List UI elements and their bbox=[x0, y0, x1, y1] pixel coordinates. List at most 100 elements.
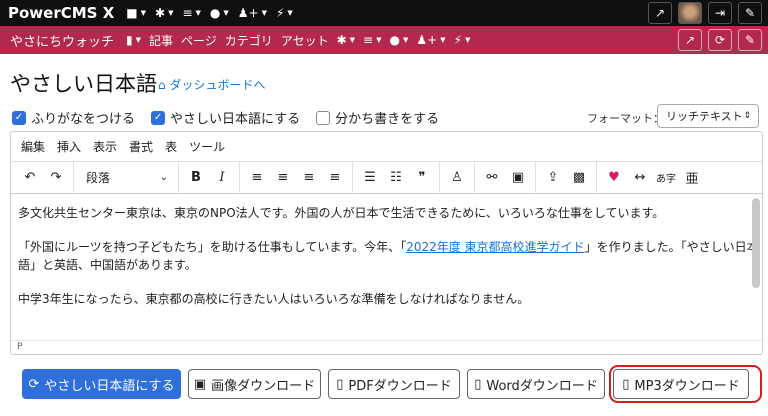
plugins-menu[interactable]: ⚡ ▼ bbox=[276, 6, 293, 20]
upload-icon[interactable]: ⇪ bbox=[540, 165, 566, 191]
brand-logo[interactable]: PowerCMS X bbox=[8, 4, 114, 22]
redo-icon[interactable]: ↷ bbox=[43, 165, 69, 191]
menu-insert[interactable]: 挿入 bbox=[57, 138, 81, 155]
comments-icon: ● bbox=[389, 33, 400, 47]
editor-statusbar: P bbox=[11, 340, 762, 354]
heart-icon[interactable]: ♥ bbox=[601, 165, 627, 191]
top-navbar: PowerCMS X ■ ▼ ✱ ▼ ≡ ▼ ● ▼ ♟+ ▼ ⚡ ▼ ↗ ⇥ ✎ bbox=[0, 0, 768, 26]
align-center-icon[interactable]: ≡ bbox=[270, 165, 296, 191]
link-icon[interactable]: ⚯ bbox=[479, 165, 505, 191]
image-icon[interactable]: ▣ bbox=[505, 165, 531, 191]
ruby-text-icon[interactable]: あ字 bbox=[653, 165, 679, 191]
dashboard-link-label[interactable]: ダッシュボードへ bbox=[169, 78, 265, 92]
external-link-icon[interactable]: ↗ bbox=[648, 2, 672, 24]
page-title: やさしい日本語 bbox=[10, 72, 157, 96]
dashboard-link[interactable]: ⌂ ダッシュボードへ bbox=[158, 76, 265, 93]
checkbox-checked-icon[interactable]: ✓ bbox=[151, 110, 166, 125]
element-path[interactable]: P bbox=[17, 342, 22, 352]
gear-icon: ✱ bbox=[336, 33, 347, 47]
options-row: ✓ ふりがなをつける ✓ やさしい日本語にする 分かち書きをする bbox=[12, 108, 439, 127]
checkbox-unchecked-icon[interactable] bbox=[316, 110, 331, 125]
toolbar-divider bbox=[439, 161, 440, 194]
bookmark-menu[interactable]: ▮ ▼ bbox=[126, 33, 141, 47]
editor-scrollbar[interactable] bbox=[752, 198, 760, 288]
content-text[interactable]: 「外国にルーツを持つ子どもたち」を助ける仕事もしています。今年、「 bbox=[18, 240, 406, 254]
editor-content[interactable]: 多文化共生センター東京は、東京のNPO法人です。外国の人が日本で生活できるために… bbox=[11, 194, 762, 332]
menu-tools[interactable]: ツール bbox=[189, 138, 225, 155]
nav-link-assets[interactable]: アセット bbox=[281, 32, 329, 49]
paragraph-format-select[interactable]: 段落 ⌄ bbox=[78, 165, 174, 191]
external-link-icon[interactable]: ↗ bbox=[678, 29, 702, 51]
chevron-down-icon: ⌄ bbox=[159, 172, 168, 183]
rich-text-editor: 編集 挿入 表示 書式 表 ツール ↶ ↷ 段落 ⌄ B I ≡ ≡ ≡ ≡ ☰ … bbox=[10, 131, 763, 355]
format-select[interactable]: リッチテキスト ⇕ bbox=[657, 104, 759, 128]
refresh-icon[interactable]: ⟳ bbox=[708, 29, 732, 51]
furigana-checkbox[interactable]: ✓ ふりがなをつける bbox=[12, 108, 135, 127]
plug-icon: ⚡ bbox=[275, 6, 285, 20]
word-download-label: Wordダウンロード bbox=[486, 378, 598, 394]
menu-view[interactable]: 表示 bbox=[93, 138, 117, 155]
numbered-list-icon[interactable]: ☷ bbox=[383, 165, 409, 191]
wrench-icon[interactable]: ✎ bbox=[738, 29, 762, 51]
menu-format[interactable]: 書式 bbox=[129, 138, 153, 155]
nav-link-pages[interactable]: ページ bbox=[181, 32, 217, 49]
chevron-down-icon: ▼ bbox=[465, 36, 471, 44]
editor-menubar: 編集 挿入 表示 書式 表 ツール bbox=[11, 132, 762, 162]
chevron-down-icon: ▼ bbox=[402, 36, 409, 44]
comments-menu[interactable]: ● ▼ bbox=[210, 6, 229, 20]
avatar[interactable] bbox=[678, 2, 702, 24]
stamp-icon[interactable]: ♙ bbox=[444, 165, 470, 191]
yasashii-checkbox[interactable]: ✓ やさしい日本語にする bbox=[151, 108, 300, 127]
align-right-icon[interactable]: ≡ bbox=[296, 165, 322, 191]
wrench-icon[interactable]: ✎ bbox=[738, 2, 762, 24]
undo-icon[interactable]: ↶ bbox=[17, 165, 43, 191]
workspace-plugins-menu[interactable]: ⚡ ▼ bbox=[454, 33, 471, 47]
workspace-settings-menu[interactable]: ✱ ▼ bbox=[337, 33, 355, 47]
align-justify-icon[interactable]: ≡ bbox=[322, 165, 348, 191]
content-paragraph[interactable]: 多文化共生センター東京は、東京のNPO法人です。外国の人が日本で生活できるために… bbox=[18, 204, 762, 222]
database-menu[interactable]: ≡ ▼ bbox=[182, 6, 200, 20]
word-download-button[interactable]: ▯ Wordダウンロード bbox=[467, 369, 605, 399]
nav-link-articles[interactable]: 記事 bbox=[149, 32, 173, 49]
pdf-file-icon: ▯ bbox=[336, 376, 344, 392]
wakachi-checkbox[interactable]: 分かち書きをする bbox=[316, 108, 439, 127]
chevron-down-icon: ▼ bbox=[168, 9, 174, 17]
image-upload-icon[interactable]: ▩ bbox=[566, 165, 592, 191]
nav-link-categories[interactable]: カテゴリ bbox=[225, 32, 273, 49]
blockquote-icon[interactable]: ❞ bbox=[409, 165, 435, 191]
database-icon: ≡ bbox=[363, 33, 374, 47]
chevron-down-icon: ▼ bbox=[349, 36, 356, 44]
menu-edit[interactable]: 編集 bbox=[21, 138, 45, 155]
guide-link[interactable]: 2022年度 東京都高校進学ガイド bbox=[406, 240, 584, 254]
users-menu[interactable]: ♟+ ▼ bbox=[238, 6, 267, 20]
chevron-down-icon: ▼ bbox=[140, 9, 146, 17]
user-plus-icon: ♟+ bbox=[237, 6, 259, 20]
wakachi-label[interactable]: 分かち書きをする bbox=[335, 108, 439, 127]
gear-icon: ✱ bbox=[155, 6, 166, 20]
workspace-users-menu[interactable]: ♟+ ▼ bbox=[416, 33, 445, 47]
bullet-list-icon[interactable]: ☰ bbox=[357, 165, 383, 191]
workspace-database-menu[interactable]: ≡ ▼ bbox=[363, 33, 381, 47]
content-paragraph[interactable]: 「外国にルーツを持つ子どもたち」を助ける仕事もしています。今年、「2022年度 … bbox=[18, 238, 762, 274]
vertical-text-icon[interactable]: 亜 bbox=[679, 165, 705, 191]
cube-menu[interactable]: ■ ▼ bbox=[126, 6, 146, 20]
content-paragraph[interactable]: 中学3年生になったら、東京都の高校に行きたい人はいろいろな準備をしなければなりま… bbox=[18, 290, 762, 308]
checkbox-checked-icon[interactable]: ✓ bbox=[12, 110, 26, 125]
horizontal-arrows-icon[interactable]: ↔ bbox=[627, 165, 653, 191]
image-download-button[interactable]: ▣ 画像ダウンロード bbox=[188, 369, 321, 399]
align-left-icon[interactable]: ≡ bbox=[244, 165, 270, 191]
workspace-name[interactable]: やさにちウォッチ bbox=[10, 31, 114, 50]
italic-icon[interactable]: I bbox=[209, 165, 235, 191]
toolbar-divider bbox=[352, 161, 353, 194]
pdf-download-button[interactable]: ▯ PDFダウンロード bbox=[328, 369, 460, 399]
sign-out-icon[interactable]: ⇥ bbox=[708, 2, 732, 24]
workspace-comments-menu[interactable]: ● ▼ bbox=[389, 33, 408, 47]
bookmark-icon: ▮ bbox=[126, 33, 133, 47]
bold-icon[interactable]: B bbox=[183, 165, 209, 191]
settings-menu[interactable]: ✱ ▼ bbox=[155, 6, 173, 20]
yasashii-label[interactable]: やさしい日本語にする bbox=[170, 108, 300, 127]
menu-table[interactable]: 表 bbox=[165, 138, 177, 155]
chevron-down-icon: ▼ bbox=[287, 9, 293, 17]
furigana-label[interactable]: ふりがなをつける bbox=[31, 108, 135, 127]
convert-yasashii-button[interactable]: ⟳ やさしい日本語にする bbox=[22, 369, 181, 399]
